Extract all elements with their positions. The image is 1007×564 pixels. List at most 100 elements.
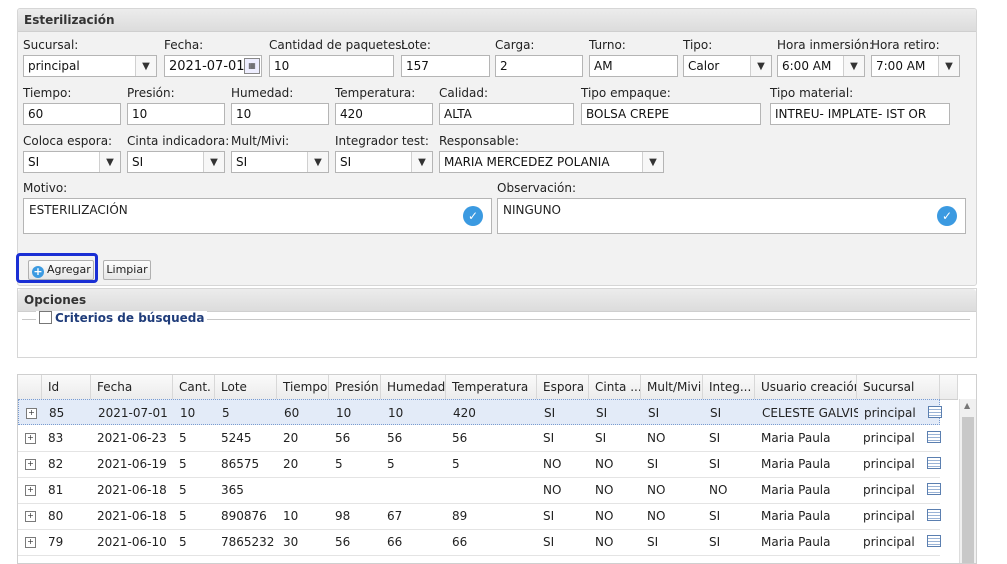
chevron-down-icon[interactable]: ▼ xyxy=(99,152,120,172)
column-header[interactable]: Fecha xyxy=(91,375,173,399)
table-row[interactable]: +85 2021-07-01 10 5 60 10 10 420 SI SI SI SI CELESTE… xyxy=(18,399,942,425)
label-cinta-indicadora: Cinta indicadora: xyxy=(127,134,230,148)
table-cell: SI xyxy=(596,406,608,420)
tipo-select[interactable]: Calor ▼ xyxy=(683,55,772,77)
calendar-icon[interactable]: ▦ xyxy=(244,58,260,74)
chevron-down-icon[interactable]: ▼ xyxy=(642,152,663,172)
expand-icon[interactable]: + xyxy=(25,433,36,444)
table-cell: 80 xyxy=(48,509,64,523)
sucursal-select[interactable]: principal ▼ xyxy=(23,55,157,77)
grid-header: Id Fecha Cant. Lote Tiempo Presión Humedad Temp… xyxy=(18,375,958,400)
chevron-down-icon[interactable]: ▼ xyxy=(203,152,224,172)
tipo-material-input[interactable]: INTREU- IMPLATE- IST OR xyxy=(770,103,950,125)
table-cell: 5 xyxy=(335,457,343,471)
column-header[interactable]: Cinta ... xyxy=(589,375,641,399)
hora-retiro-select[interactable]: 7:00 AM ▼ xyxy=(871,55,960,77)
table-cell: SI xyxy=(647,535,659,549)
table-cell: SI xyxy=(543,535,555,549)
tipo-empaque-input[interactable]: BOLSA CREPE xyxy=(581,103,761,125)
table-cell: NO xyxy=(647,509,666,523)
table-cell: SI xyxy=(648,406,660,420)
details-icon[interactable] xyxy=(927,483,941,495)
presion-input[interactable]: 10 xyxy=(127,103,225,125)
column-header[interactable]: Sucursal xyxy=(857,375,940,399)
column-header[interactable]: Tiempo xyxy=(277,375,329,399)
turno-input[interactable]: AM xyxy=(589,55,678,77)
expand-icon[interactable]: + xyxy=(25,459,36,470)
expand-icon[interactable]: + xyxy=(25,511,36,522)
column-header[interactable]: Usuario creación xyxy=(755,375,857,399)
column-header[interactable]: Presión xyxy=(329,375,381,399)
chevron-down-icon[interactable]: ▼ xyxy=(307,152,328,172)
cantidad-input[interactable]: 10 xyxy=(269,55,394,77)
scroll-thumb[interactable] xyxy=(962,417,974,563)
chevron-down-icon[interactable]: ▼ xyxy=(135,56,156,76)
table-row[interactable]: +79 2021-06-10 5 7865232 30 56 66 66 SI NO SI SI Mar… xyxy=(18,529,941,556)
grid-scrollbar[interactable]: ▲ xyxy=(959,399,976,563)
table-cell: 2021-06-18 xyxy=(97,509,167,523)
chevron-down-icon[interactable]: ▼ xyxy=(750,56,771,76)
motivo-textarea[interactable]: ESTERILIZACIÓN ✓ xyxy=(23,198,492,234)
table-row[interactable]: +80 2021-06-18 5 890876 10 98 67 89 SI NO NO SI Mari… xyxy=(18,503,941,530)
criterios-fieldset: Criterios de búsqueda xyxy=(22,311,970,325)
table-row[interactable]: +83 2021-06-23 5 5245 20 56 56 56 SI SI NO SI Maria … xyxy=(18,425,941,452)
table-cell: 2021-06-18 xyxy=(97,483,167,497)
criterios-checkbox[interactable] xyxy=(39,311,52,324)
scroll-up-icon[interactable]: ▲ xyxy=(964,401,970,410)
details-icon[interactable] xyxy=(927,509,941,521)
label-hora-retiro: Hora retiro: xyxy=(871,38,940,52)
details-icon[interactable] xyxy=(927,457,941,469)
table-cell: 67 xyxy=(387,509,403,523)
fecha-field[interactable]: 2021-07-01 ▦ xyxy=(164,55,262,77)
table-cell: 56 xyxy=(387,431,403,445)
column-header[interactable]: Cant. xyxy=(173,375,215,399)
column-header[interactable]: Temperatura xyxy=(446,375,537,399)
expand-icon[interactable]: + xyxy=(25,537,36,548)
table-row[interactable]: +81 2021-06-18 5 365 NO NO NO NO Maria Paula prin… xyxy=(18,477,941,504)
column-header[interactable]: Integ... xyxy=(703,375,755,399)
criterios-toggle[interactable]: Criterios de búsqueda xyxy=(36,311,208,325)
temperatura-input[interactable]: 420 xyxy=(335,103,433,125)
chevron-down-icon[interactable]: ▼ xyxy=(411,152,432,172)
hora-inmersion-select[interactable]: 6:00 AM ▼ xyxy=(777,55,865,77)
label-carga: Carga: xyxy=(495,38,535,52)
humedad-input[interactable]: 10 xyxy=(231,103,329,125)
lote-input[interactable]: 157 xyxy=(401,55,490,77)
observacion-textarea[interactable]: NINGUNO ✓ xyxy=(497,198,966,234)
table-cell: Maria Paula xyxy=(761,509,831,523)
label-tipo-material: Tipo material: xyxy=(770,86,854,100)
carga-input[interactable]: 2 xyxy=(495,55,583,77)
column-header[interactable]: Lote xyxy=(215,375,277,399)
integrador-test-select[interactable]: SI ▼ xyxy=(335,151,433,173)
details-icon[interactable] xyxy=(928,406,942,418)
chevron-down-icon[interactable]: ▼ xyxy=(843,56,864,76)
details-icon[interactable] xyxy=(927,431,941,443)
coloca-espora-select[interactable]: SI ▼ xyxy=(23,151,121,173)
column-header[interactable]: Humedad xyxy=(381,375,446,399)
expand-icon[interactable]: + xyxy=(25,485,36,496)
column-header[interactable]: Id xyxy=(42,375,91,399)
calidad-input[interactable]: ALTA xyxy=(439,103,574,125)
table-cell: 66 xyxy=(452,535,468,549)
table-cell: 2021-06-23 xyxy=(97,431,167,445)
responsable-select[interactable]: MARIA MERCEDEZ POLANIA ▼ xyxy=(439,151,664,173)
details-icon[interactable] xyxy=(927,535,941,547)
chevron-down-icon[interactable]: ▼ xyxy=(938,56,959,76)
column-header[interactable]: Espora xyxy=(537,375,589,399)
table-cell: 365 xyxy=(221,483,244,497)
table-row[interactable]: +82 2021-06-19 5 86575 20 5 5 5 NO NO SI SI Maria Pa… xyxy=(18,451,941,478)
opciones-panel: Opciones Criterios de búsqueda xyxy=(17,288,977,358)
mult-mivi-select[interactable]: SI ▼ xyxy=(231,151,329,173)
check-icon: ✓ xyxy=(937,206,957,226)
expand-icon[interactable]: + xyxy=(26,408,37,419)
tiempo-input[interactable]: 60 xyxy=(23,103,121,125)
panel-title: Esterilización xyxy=(18,9,976,32)
label-integrador-test: Integrador test: xyxy=(335,134,429,148)
table-cell: NO xyxy=(647,431,666,445)
table-cell: 56 xyxy=(335,535,351,549)
cinta-indicadora-select[interactable]: SI ▼ xyxy=(127,151,225,173)
column-header[interactable]: Mult/Mivi xyxy=(641,375,703,399)
table-cell xyxy=(277,477,329,503)
agregar-button[interactable]: + Agregar xyxy=(28,260,94,280)
limpiar-button[interactable]: Limpiar xyxy=(103,260,151,280)
